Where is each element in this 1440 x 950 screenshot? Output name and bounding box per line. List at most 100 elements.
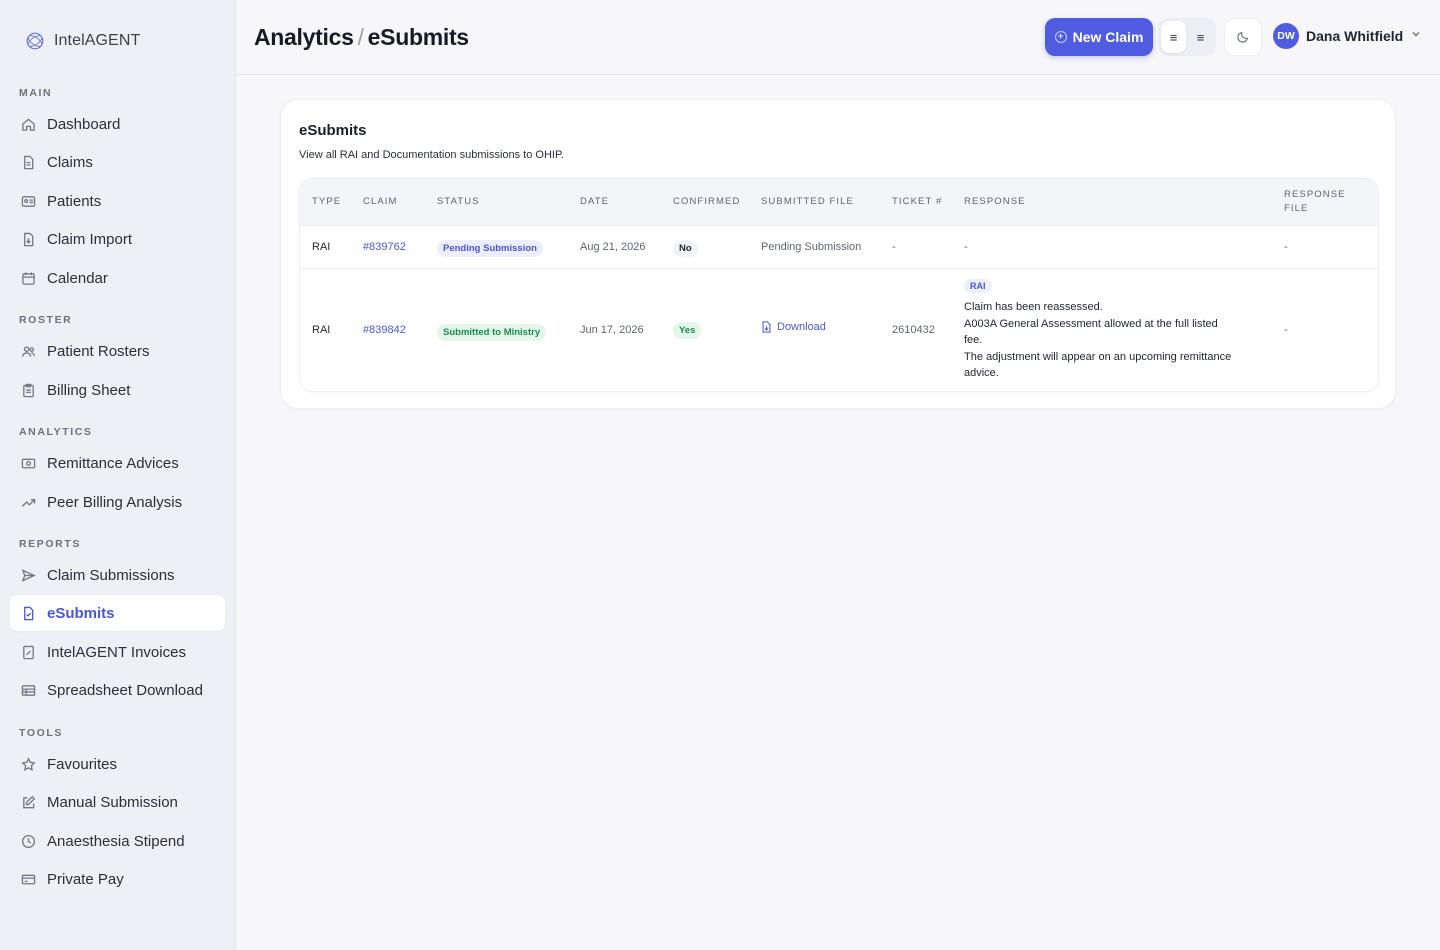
download-link[interactable]: Download: [761, 321, 826, 333]
sidebar: IntelAGENT MAIN Dashboard Claims Patient…: [0, 0, 236, 950]
sidebar-item-peer-billing-analysis[interactable]: Peer Billing Analysis: [10, 484, 225, 520]
app-name: IntelAGENT: [54, 32, 141, 49]
breadcrumb-parent[interactable]: Analytics: [254, 24, 354, 50]
response-text: Claim has been reassessed. A003A General…: [964, 299, 1264, 382]
sidebar-item-label: Remittance Advices: [47, 454, 179, 472]
sidebar-item-intelagent-invoices[interactable]: IntelAGENT Invoices: [10, 634, 225, 670]
sidebar-item-claim-import[interactable]: Claim Import: [10, 221, 225, 257]
response-line: Claim has been reassessed.: [964, 301, 1103, 313]
table-row[interactable]: RAI #839762 Pending Submission Aug 21, 2…: [300, 226, 1378, 269]
id-card-icon: [20, 193, 36, 209]
dark-mode-toggle[interactable]: [1224, 18, 1262, 56]
section-label-reports: REPORTS: [19, 538, 81, 550]
sidebar-item-label: Calendar: [47, 269, 108, 287]
sidebar-item-anaesthesia-stipend[interactable]: Anaesthesia Stipend: [10, 823, 225, 859]
cell-response-file: -: [1284, 241, 1288, 253]
logo[interactable]: IntelAGENT: [24, 30, 140, 52]
new-claim-button[interactable]: + New Claim: [1045, 18, 1153, 56]
confirmed-badge: Yes: [673, 322, 702, 339]
credit-card-icon: [20, 871, 36, 887]
send-icon: [20, 567, 36, 583]
compact-view-button[interactable]: ≡: [1188, 21, 1213, 53]
sidebar-item-label: eSubmits: [47, 604, 115, 622]
column-header-response[interactable]: RESPONSE: [964, 195, 1026, 209]
user-name: Dana Whitfield: [1306, 28, 1404, 44]
claim-link[interactable]: #839842: [363, 324, 406, 336]
chevron-down-icon: [1410, 27, 1422, 45]
column-header-submitted-file[interactable]: SUBMITTED FILE: [761, 195, 854, 209]
breadcrumb-current: eSubmits: [367, 24, 469, 50]
sidebar-item-label: Claim Submissions: [47, 566, 175, 584]
sidebar-item-label: Patients: [47, 192, 102, 210]
response-line: fee.: [964, 334, 983, 346]
user-menu[interactable]: DW Dana Whitfield: [1273, 23, 1422, 49]
cell-type: RAI: [312, 324, 331, 336]
column-header-confirmed[interactable]: CONFIRMED: [673, 195, 740, 209]
logo-icon: [26, 32, 44, 50]
cell-type: RAI: [312, 241, 331, 253]
sidebar-item-billing-sheet[interactable]: Billing Sheet: [10, 372, 225, 408]
response-line: The adjustment will appear on an upcomin…: [964, 350, 1232, 363]
sidebar-item-claims[interactable]: Claims: [10, 144, 225, 180]
file-import-icon: [20, 231, 36, 247]
sidebar-item-private-pay[interactable]: Private Pay: [10, 861, 225, 897]
sidebar-item-esubmits[interactable]: eSubmits: [10, 595, 225, 631]
response-type-badge: RAI: [964, 279, 992, 293]
column-header-status[interactable]: STATUS: [437, 195, 480, 209]
section-label-roster: ROSTER: [19, 314, 73, 326]
invoice-icon: [20, 644, 36, 660]
esubmits-card: eSubmits View all RAI and Documentation …: [280, 99, 1396, 409]
clipboard-icon: [20, 382, 36, 398]
sidebar-item-spreadsheet-download[interactable]: Spreadsheet Download: [10, 672, 225, 708]
trending-up-icon: [20, 494, 36, 510]
sidebar-item-label: Anaesthesia Stipend: [47, 832, 185, 850]
sidebar-item-label: Claims: [47, 153, 93, 171]
sidebar-item-calendar[interactable]: Calendar: [10, 260, 225, 296]
cell-ticket: -: [892, 241, 896, 253]
card-title: eSubmits: [299, 122, 367, 139]
moon-icon: [1237, 31, 1249, 43]
confirmed-badge: No: [673, 240, 698, 257]
esubmits-table: TYPE CLAIM STATUS DATE CONFIRMED SUBMITT…: [299, 178, 1379, 392]
download-label: Download: [777, 321, 826, 333]
response-line: A003A General Assessment allowed at the …: [964, 317, 1218, 330]
sidebar-item-dashboard[interactable]: Dashboard: [10, 106, 225, 142]
sidebar-item-patient-rosters[interactable]: Patient Rosters: [10, 333, 225, 369]
cell-date: Aug 21, 2026: [580, 241, 646, 253]
column-header-ticket[interactable]: TICKET #: [892, 195, 942, 209]
top-header: Analytics / eSubmits + New Claim ≡ ≡ DW Da…: [236, 0, 1440, 75]
new-claim-label: New Claim: [1072, 29, 1144, 45]
cell-response-file: -: [1284, 324, 1288, 336]
home-icon: [20, 116, 36, 132]
column-header-response-file[interactable]: RESPONSE FILE: [1284, 188, 1354, 216]
sidebar-item-label: Peer Billing Analysis: [47, 493, 183, 511]
sidebar-item-remittance-advices[interactable]: Remittance Advices: [10, 445, 225, 481]
file-check-icon: [20, 605, 36, 621]
column-header-type[interactable]: TYPE: [312, 195, 341, 209]
section-label-analytics: ANALYTICS: [19, 426, 93, 438]
card-subtitle: View all RAI and Documentation submissio…: [299, 149, 564, 161]
list-view-button[interactable]: ≡: [1161, 21, 1186, 53]
response-line: advice.: [964, 367, 999, 379]
cell-date: Jun 17, 2026: [580, 324, 644, 336]
breadcrumb-separator: /: [357, 24, 364, 50]
table-icon: [20, 682, 36, 698]
table-row[interactable]: RAI #839842 Submitted to Ministry Jun 17…: [300, 269, 1378, 391]
file-icon: [20, 154, 36, 170]
sidebar-item-favourites[interactable]: Favourites: [10, 746, 225, 782]
sidebar-item-label: Claim Import: [47, 230, 133, 248]
claim-link[interactable]: #839762: [363, 241, 406, 253]
column-header-date[interactable]: DATE: [580, 195, 609, 209]
star-icon: [20, 756, 36, 772]
sidebar-item-patients[interactable]: Patients: [10, 183, 225, 219]
section-label-tools: TOOLS: [19, 727, 63, 739]
breadcrumb: Analytics / eSubmits: [254, 24, 469, 51]
clock-icon: [20, 833, 36, 849]
sidebar-item-manual-submission[interactable]: Manual Submission: [10, 784, 225, 820]
column-header-claim[interactable]: CLAIM: [363, 195, 398, 209]
sidebar-item-label: Manual Submission: [47, 793, 178, 811]
sidebar-item-label: Spreadsheet Download: [47, 681, 203, 699]
sidebar-item-claim-submissions[interactable]: Claim Submissions: [10, 557, 225, 593]
sidebar-item-label: Private Pay: [47, 870, 124, 888]
compact-list-icon: ≡: [1196, 29, 1205, 45]
